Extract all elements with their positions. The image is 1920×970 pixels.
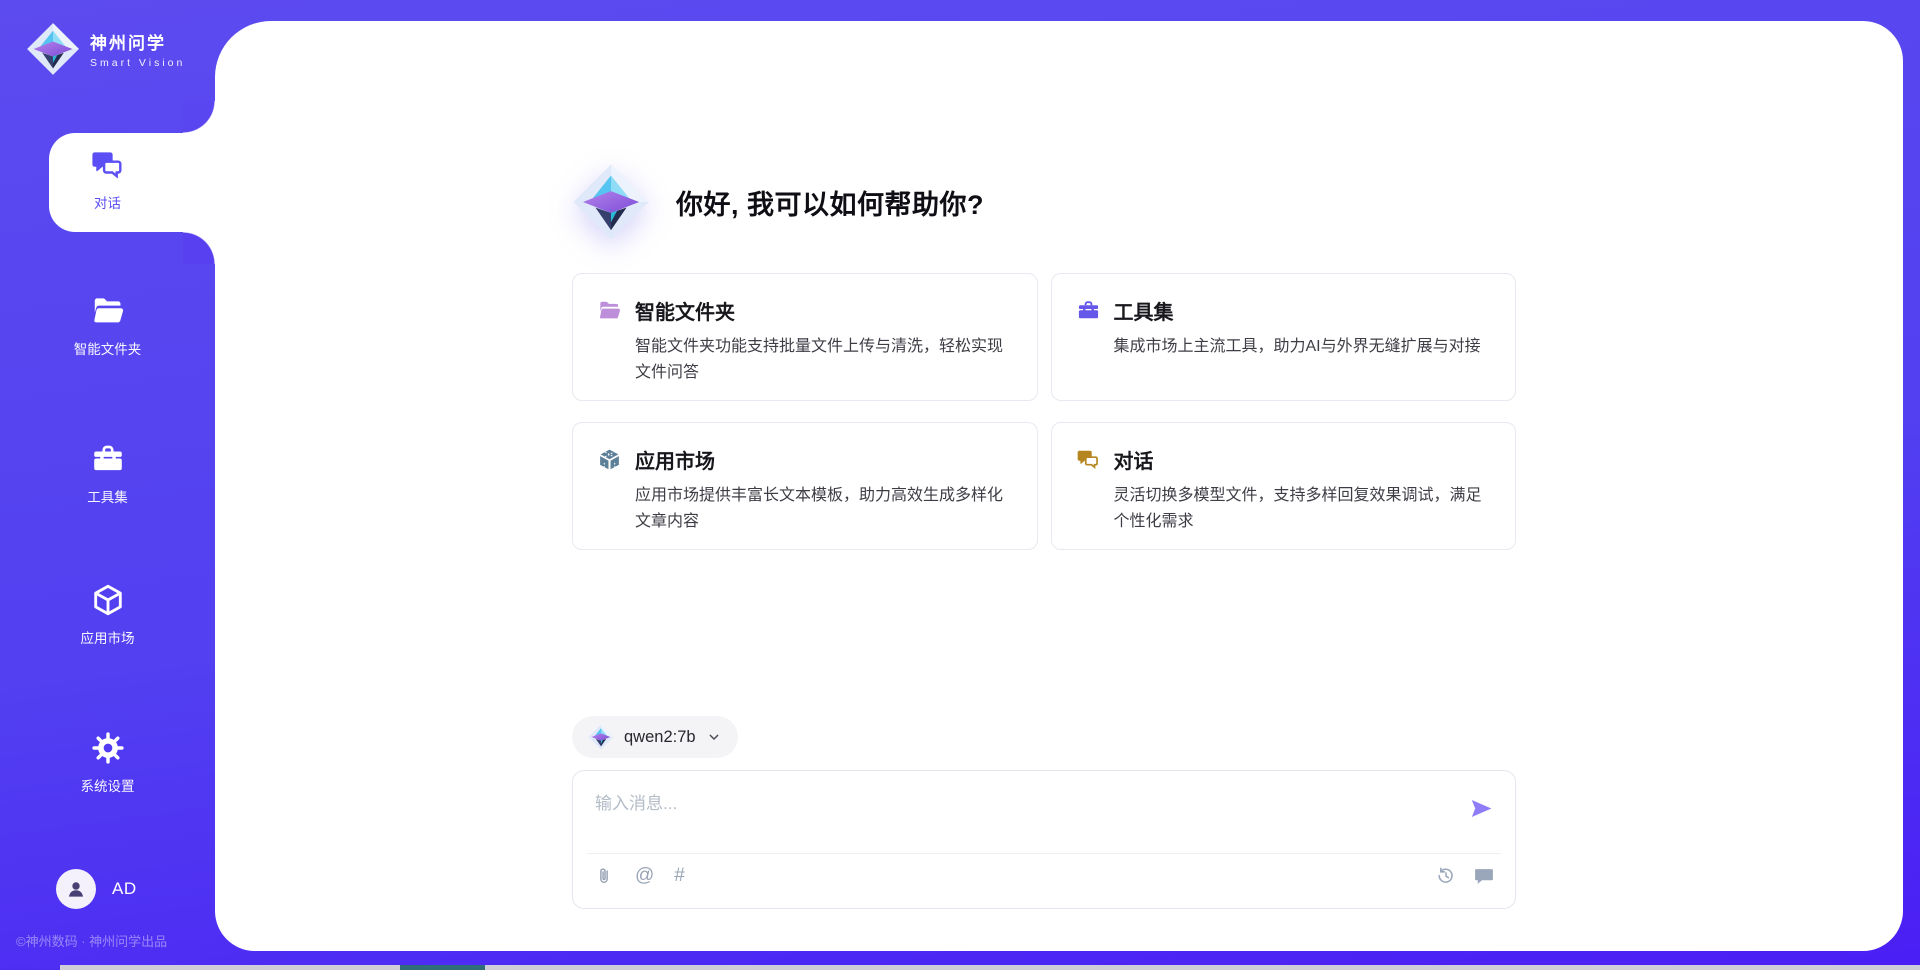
user-initials: AD <box>112 879 137 899</box>
greeting-text: 你好, 我可以如何帮助你? <box>676 183 984 222</box>
composer-left-tools: @ # <box>593 865 685 887</box>
sidebar-item-app-market[interactable]: 应用市场 <box>0 582 215 647</box>
brand: 神州问学 Smart Vision <box>26 22 185 76</box>
brand-subtitle: Smart Vision <box>90 57 185 69</box>
main-panel: 你好, 我可以如何帮助你? 智能文件夹 智能文件夹功能支持批量文件上传与清洗，轻… <box>215 21 1903 951</box>
card-title: 工具集 <box>1114 296 1174 325</box>
brand-name: 神州问学 <box>90 29 185 54</box>
folder-icon <box>90 293 126 329</box>
horizontal-scrollbar-thumb[interactable] <box>400 965 485 970</box>
card-description: 灵活切换多模型文件，支持多样回复效果调试，满足个性化需求 <box>1114 483 1492 534</box>
card-description: 智能文件夹功能支持批量文件上传与清洗，轻松实现文件问答 <box>635 334 1013 385</box>
active-nav-fillet-bottom <box>183 232 215 264</box>
diamond-logo-icon <box>572 163 650 241</box>
composer-divider <box>587 853 1501 854</box>
toolbox-icon <box>1076 298 1101 323</box>
sidebar-item-system-settings[interactable]: 系统设置 <box>0 730 215 795</box>
user-profile[interactable]: AD <box>56 869 137 909</box>
gear-icon <box>90 730 126 766</box>
content-column: 你好, 我可以如何帮助你? 智能文件夹 智能文件夹功能支持批量文件上传与清洗，轻… <box>572 21 1516 951</box>
model-selector[interactable]: qwen2:7b <box>572 716 738 758</box>
card-description: 应用市场提供丰富长文本模板，助力高效生成多样化文章内容 <box>635 483 1013 534</box>
message-composer: @ # <box>572 770 1516 909</box>
sidebar-item-label: 应用市场 <box>81 627 135 647</box>
feature-cards: 智能文件夹 智能文件夹功能支持批量文件上传与清洗，轻松实现文件问答 工具集 集成… <box>572 273 1516 550</box>
card-chat[interactable]: 对话 灵活切换多模型文件，支持多样回复效果调试，满足个性化需求 <box>1051 422 1517 550</box>
chevron-down-icon <box>706 729 722 745</box>
card-toolset[interactable]: 工具集 集成市场上主流工具，助力AI与外界无缝扩展与对接 <box>1051 273 1517 401</box>
history-icon[interactable] <box>1435 865 1457 887</box>
greeting: 你好, 我可以如何帮助你? <box>572 163 984 241</box>
avatar <box>56 869 96 909</box>
message-input[interactable] <box>595 787 1435 821</box>
sidebar-item-toolset[interactable]: 工具集 <box>0 441 215 506</box>
sidebar-footer: ©神州数码 · 神州问学出品 <box>16 931 167 950</box>
card-smart-folder[interactable]: 智能文件夹 智能文件夹功能支持批量文件上传与清洗，轻松实现文件问答 <box>572 273 1038 401</box>
diamond-logo-icon <box>26 22 80 76</box>
sidebar-item-smart-folder[interactable]: 智能文件夹 <box>0 293 215 358</box>
card-title: 对话 <box>1114 445 1154 474</box>
sidebar-item-label: 系统设置 <box>81 775 135 795</box>
folder-icon <box>597 298 622 323</box>
card-app-market[interactable]: 应用市场 应用市场提供丰富长文本模板，助力高效生成多样化文章内容 <box>572 422 1038 550</box>
composer-right-tools <box>1435 865 1495 887</box>
card-title: 应用市场 <box>635 445 715 474</box>
app-root: 神州问学 Smart Vision 对话 智能文件夹 工具集 应用市场 系统设置 <box>0 0 1920 970</box>
sidebar-item-chat[interactable]: 对话 <box>0 147 215 212</box>
chat-bubble-icon[interactable] <box>1473 865 1495 887</box>
at-icon[interactable]: @ <box>635 865 654 887</box>
sidebar: 神州问学 Smart Vision 对话 智能文件夹 工具集 应用市场 系统设置 <box>0 0 215 970</box>
sidebar-item-label: 工具集 <box>87 486 128 506</box>
sidebar-item-label: 智能文件夹 <box>74 338 142 358</box>
card-title: 智能文件夹 <box>635 296 735 325</box>
card-description: 集成市场上主流工具，助力AI与外界无缝扩展与对接 <box>1114 334 1492 360</box>
cube-icon <box>90 582 126 618</box>
toolbox-icon <box>90 441 126 477</box>
sidebar-item-label: 对话 <box>94 192 121 212</box>
diamond-logo-icon <box>588 724 614 750</box>
model-name: qwen2:7b <box>624 728 696 747</box>
active-nav-fillet-top <box>183 101 215 133</box>
chat-icon <box>1076 447 1101 472</box>
hash-icon[interactable]: # <box>674 865 685 887</box>
person-icon <box>64 877 88 901</box>
cube-grid-icon <box>597 447 622 472</box>
paperclip-icon[interactable] <box>593 865 615 887</box>
chat-icon <box>90 147 126 183</box>
horizontal-scrollbar-track[interactable] <box>60 965 1920 970</box>
send-icon[interactable] <box>1468 795 1495 822</box>
